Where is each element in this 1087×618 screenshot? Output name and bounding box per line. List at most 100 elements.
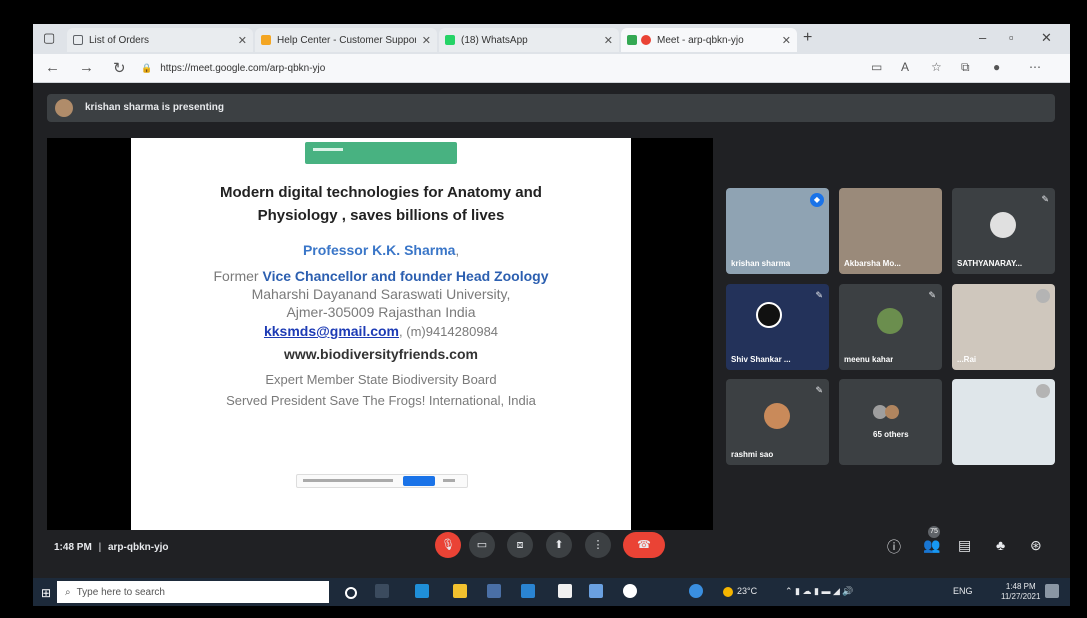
participant-tile[interactable] [952,379,1055,465]
meeting-details-icon[interactable]: ⓘ [887,537,901,557]
collections-icon[interactable]: ⧉ [961,60,970,75]
weather-temp[interactable]: 23°C [737,586,757,596]
presenter-avatar [55,99,73,117]
screen-frame: ▢ List of Orders ✕ Help Center - Custome… [0,0,1087,618]
more-menu-icon[interactable]: ⋯ [1029,60,1041,74]
camera-toggle-button[interactable]: ▭ [469,532,495,558]
back-icon[interactable]: ← [45,59,60,76]
slide-contact-line: kksmds@gmail.com, (m)9414280984 [131,323,631,341]
people-icon[interactable]: 👥 [923,537,940,554]
meeting-code: arp-qbkn-yjo [107,542,169,553]
participant-name: rashmi sao [731,450,774,459]
others-count: 65 others [873,430,909,439]
presenting-banner: krishan sharma is presenting [47,94,1055,122]
weather-icon [723,587,733,597]
participant-tile[interactable]: ✎ meenu kahar [839,284,942,370]
participant-name: ...Rai [957,355,977,364]
hide-button[interactable] [443,479,455,482]
clock-date: 11/27/2021 [1001,592,1041,601]
taskbar-clock[interactable]: 1:48 PM 11/27/2021 [1001,582,1040,602]
slide-website: www.biodiversityfriends.com [284,346,478,362]
tab-meet[interactable]: Meet - arp-qbkn-yjo ✕ [621,28,797,52]
presenting-text: krishan sharma is presenting [85,102,224,113]
stop-sharing-button[interactable] [403,476,435,486]
url-field[interactable]: 🔒 https://meet.google.com/arp-qbkn-yjo [141,59,861,77]
maximize-icon[interactable]: ▫ [1009,30,1014,45]
slide-title-line1: Modern digital technologies for Anatomy … [220,184,542,201]
task-view-icon[interactable] [375,584,389,598]
mail-icon[interactable] [521,584,535,598]
new-tab-button[interactable]: + [803,29,812,47]
slide-presenter: Professor K.K. Sharma [302,242,456,258]
tab-help-center[interactable]: Help Center - Customer Support ✕ [255,28,437,52]
language-indicator[interactable]: ENG [953,586,973,596]
minimize-icon[interactable]: – [979,30,986,45]
host-controls-icon[interactable]: ⊛ [1030,537,1042,554]
read-aloud-icon[interactable]: A [901,60,909,74]
slide-email: kksmds@gmail.com [263,323,400,339]
participant-tile[interactable]: ◆ krishan sharma [726,188,829,274]
others-tile[interactable]: 65 others [839,379,942,465]
avatar [756,302,782,328]
dropbox-icon[interactable] [589,584,603,598]
screen-share-area: Modern digital technologies for Anatomy … [47,138,713,530]
close-icon[interactable]: ✕ [604,34,613,47]
tab-title: Meet - arp-qbkn-yjo [657,34,744,46]
tab-whatsapp[interactable]: (18) WhatsApp ✕ [439,28,619,52]
slide-role: Vice Chancellor and founder Head Zoology [262,268,549,284]
tab-actions-icon[interactable]: ▢ [43,30,55,46]
participant-tile[interactable]: ✎ Shiv Shankar ... [726,284,829,370]
tab-bar: ▢ List of Orders ✕ Help Center - Custome… [33,24,1070,54]
cortana-icon[interactable] [345,587,357,599]
lock-icon: 🔒 [141,62,153,73]
slide-president-line: Served President Save The Frogs! Interna… [226,393,536,408]
chrome-icon[interactable] [623,584,637,598]
meet-icon [627,35,637,45]
close-icon[interactable]: ✕ [422,34,431,47]
close-icon[interactable]: ✕ [238,34,247,47]
notifications-icon[interactable] [1045,584,1059,598]
windows-start-icon[interactable]: ⊞ [41,586,51,600]
edge-icon[interactable] [415,584,429,598]
window-close-icon[interactable]: ✕ [1041,30,1052,46]
close-icon[interactable]: ✕ [782,34,791,47]
favorite-star-icon[interactable]: ☆ [931,60,942,74]
slide-title-line2: Physiology , saves billions of lives [257,207,505,224]
windows-taskbar: ⊞ ⌕ Type here to search 23°C ⌃ ▮ ☁ ▮ ▬ ◢… [33,578,1070,606]
more-options-button[interactable]: ⋮ [585,532,611,558]
avatar [764,403,790,429]
participant-tile[interactable]: ...Rai [952,284,1055,370]
system-tray-icons[interactable]: ⌃ ▮ ☁ ▮ ▬ ◢ 🔊 [785,586,854,597]
present-screen-button[interactable]: ⬆ [546,532,572,558]
tab-title: Help Center - Customer Support [277,34,416,46]
app-icon[interactable] [558,584,572,598]
page-icon [73,35,83,45]
reload-icon[interactable]: ↻ [113,59,126,77]
participant-tile[interactable]: ✎ rashmi sao [726,379,829,465]
chat-icon[interactable]: ▤ [958,537,971,554]
help-center-icon [261,35,271,45]
taskbar-search-box[interactable]: ⌕ Type here to search [57,581,329,603]
file-explorer-icon[interactable] [453,584,467,598]
mic-toggle-button[interactable]: 🎙 [435,532,461,558]
captions-button[interactable]: ⧈ [507,532,533,558]
store-icon[interactable] [487,584,501,598]
forward-icon[interactable]: → [79,59,94,76]
clock-time: 1:48 PM [1005,582,1036,591]
recording-icon [641,35,651,45]
cast-icon[interactable]: ▭ [871,60,882,74]
url-text: https://meet.google.com/arp-qbkn-yjo [160,62,326,74]
stop-sharing-bar [296,474,468,488]
leave-call-button[interactable]: ☎ [623,532,665,558]
app-icon[interactable] [689,584,703,598]
participant-tile[interactable]: Akbarsha Mo... [839,188,942,274]
profile-icon[interactable]: ● [993,60,1000,74]
participant-tile[interactable]: ✎ SATHYANARAY... [952,188,1055,274]
whatsapp-icon [445,35,455,45]
mic-off-icon: ✎ [815,290,823,300]
activities-icon[interactable]: ♣ [996,537,1005,553]
search-icon: ⌕ [65,586,71,598]
tab-list-of-orders[interactable]: List of Orders ✕ [67,28,253,52]
slide-phone: , (m)9414280984 [399,324,499,339]
slide-presenter-line: Professor K.K. Sharma, [131,242,631,260]
